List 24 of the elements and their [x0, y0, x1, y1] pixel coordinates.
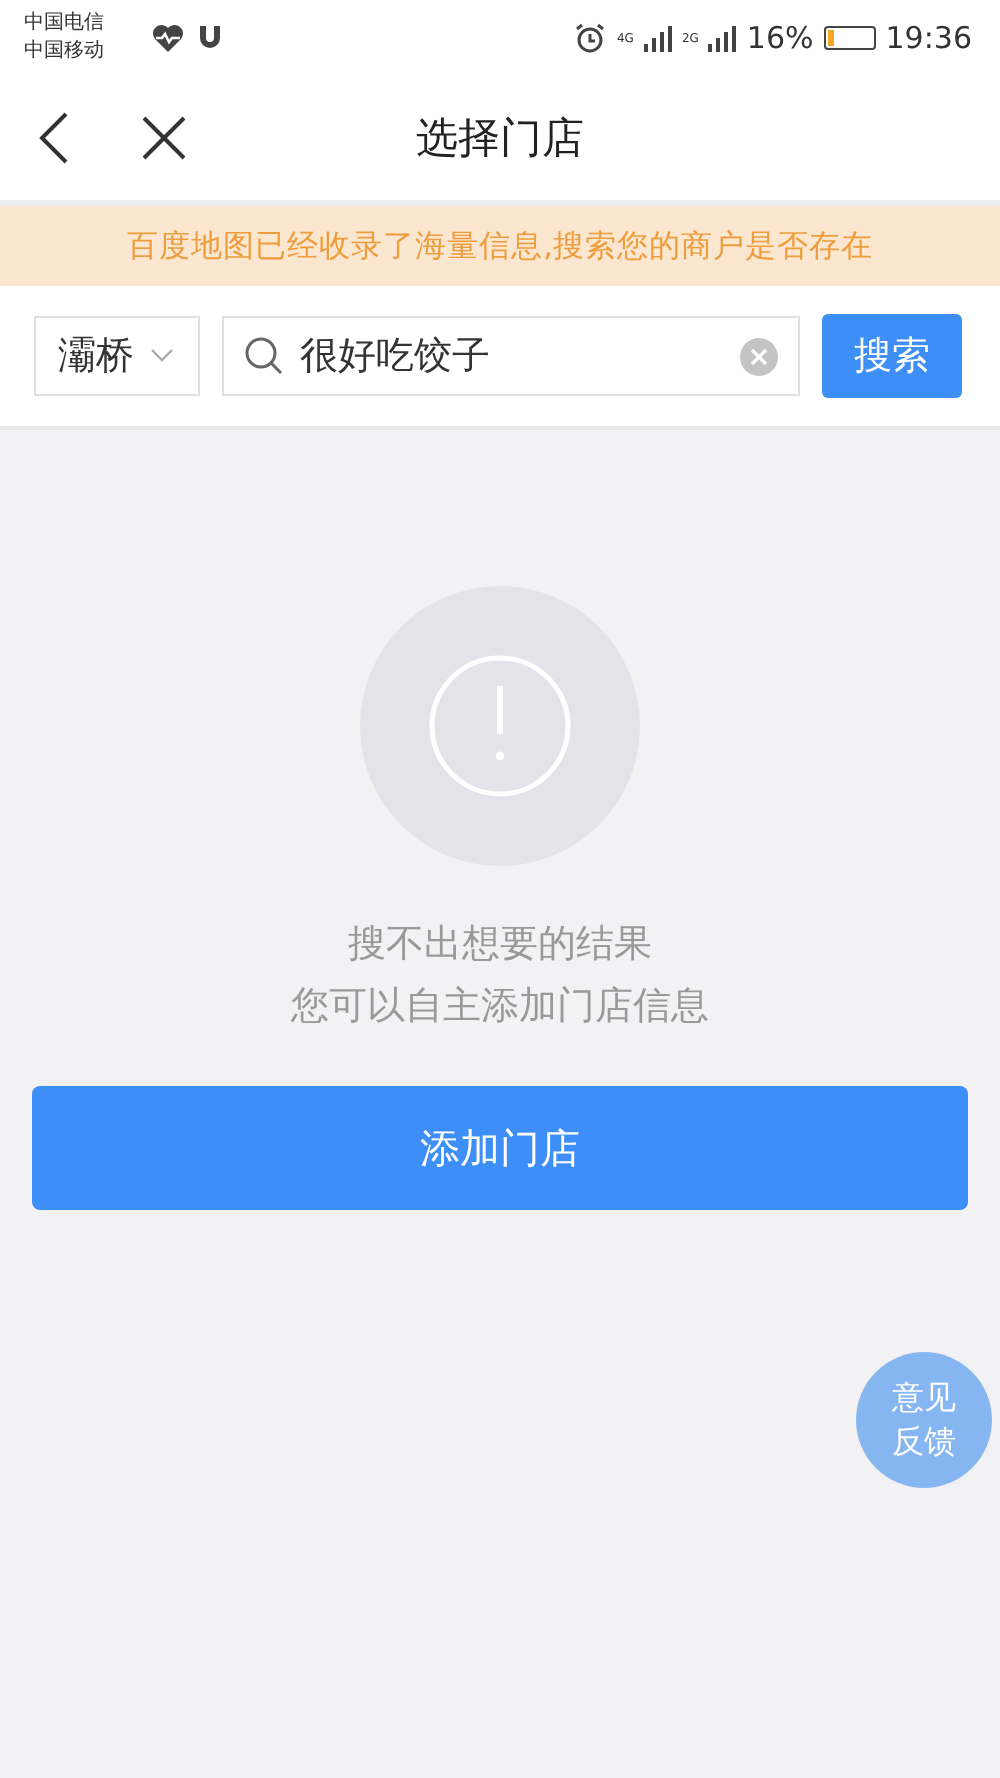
city-dropdown[interactable]: 灞桥	[34, 316, 200, 396]
close-icon[interactable]	[140, 114, 188, 162]
carrier-name: 中国电信	[24, 12, 104, 36]
back-icon[interactable]	[36, 110, 72, 166]
battery-percent: 16%	[746, 20, 814, 56]
notice-text: 百度地图已经收录了海量信息,搜索您的商户是否存在	[127, 226, 873, 266]
search-icon	[244, 336, 284, 376]
add-store-button[interactable]: 添加门店	[32, 1086, 968, 1210]
signal-icon	[708, 24, 737, 52]
feedback-button[interactable]: 意见 反馈	[856, 1352, 992, 1488]
heart-pulse-icon	[152, 24, 184, 52]
clock-time: 19:36	[885, 20, 972, 56]
empty-message: 您可以自主添加门店信息	[291, 982, 709, 1032]
empty-message: 搜不出想要的结果	[348, 920, 652, 970]
search-button[interactable]: 搜索	[822, 314, 962, 398]
signal-icon	[643, 24, 672, 52]
cup-icon	[196, 24, 224, 52]
alarm-icon	[574, 22, 607, 54]
carrier-name: 中国移动	[24, 40, 104, 64]
page-title: 选择门店	[416, 112, 584, 166]
search-field[interactable]: 很好吃饺子	[222, 316, 800, 396]
warning-icon	[360, 586, 640, 866]
chevron-down-icon	[150, 348, 174, 364]
battery-icon	[823, 26, 876, 50]
